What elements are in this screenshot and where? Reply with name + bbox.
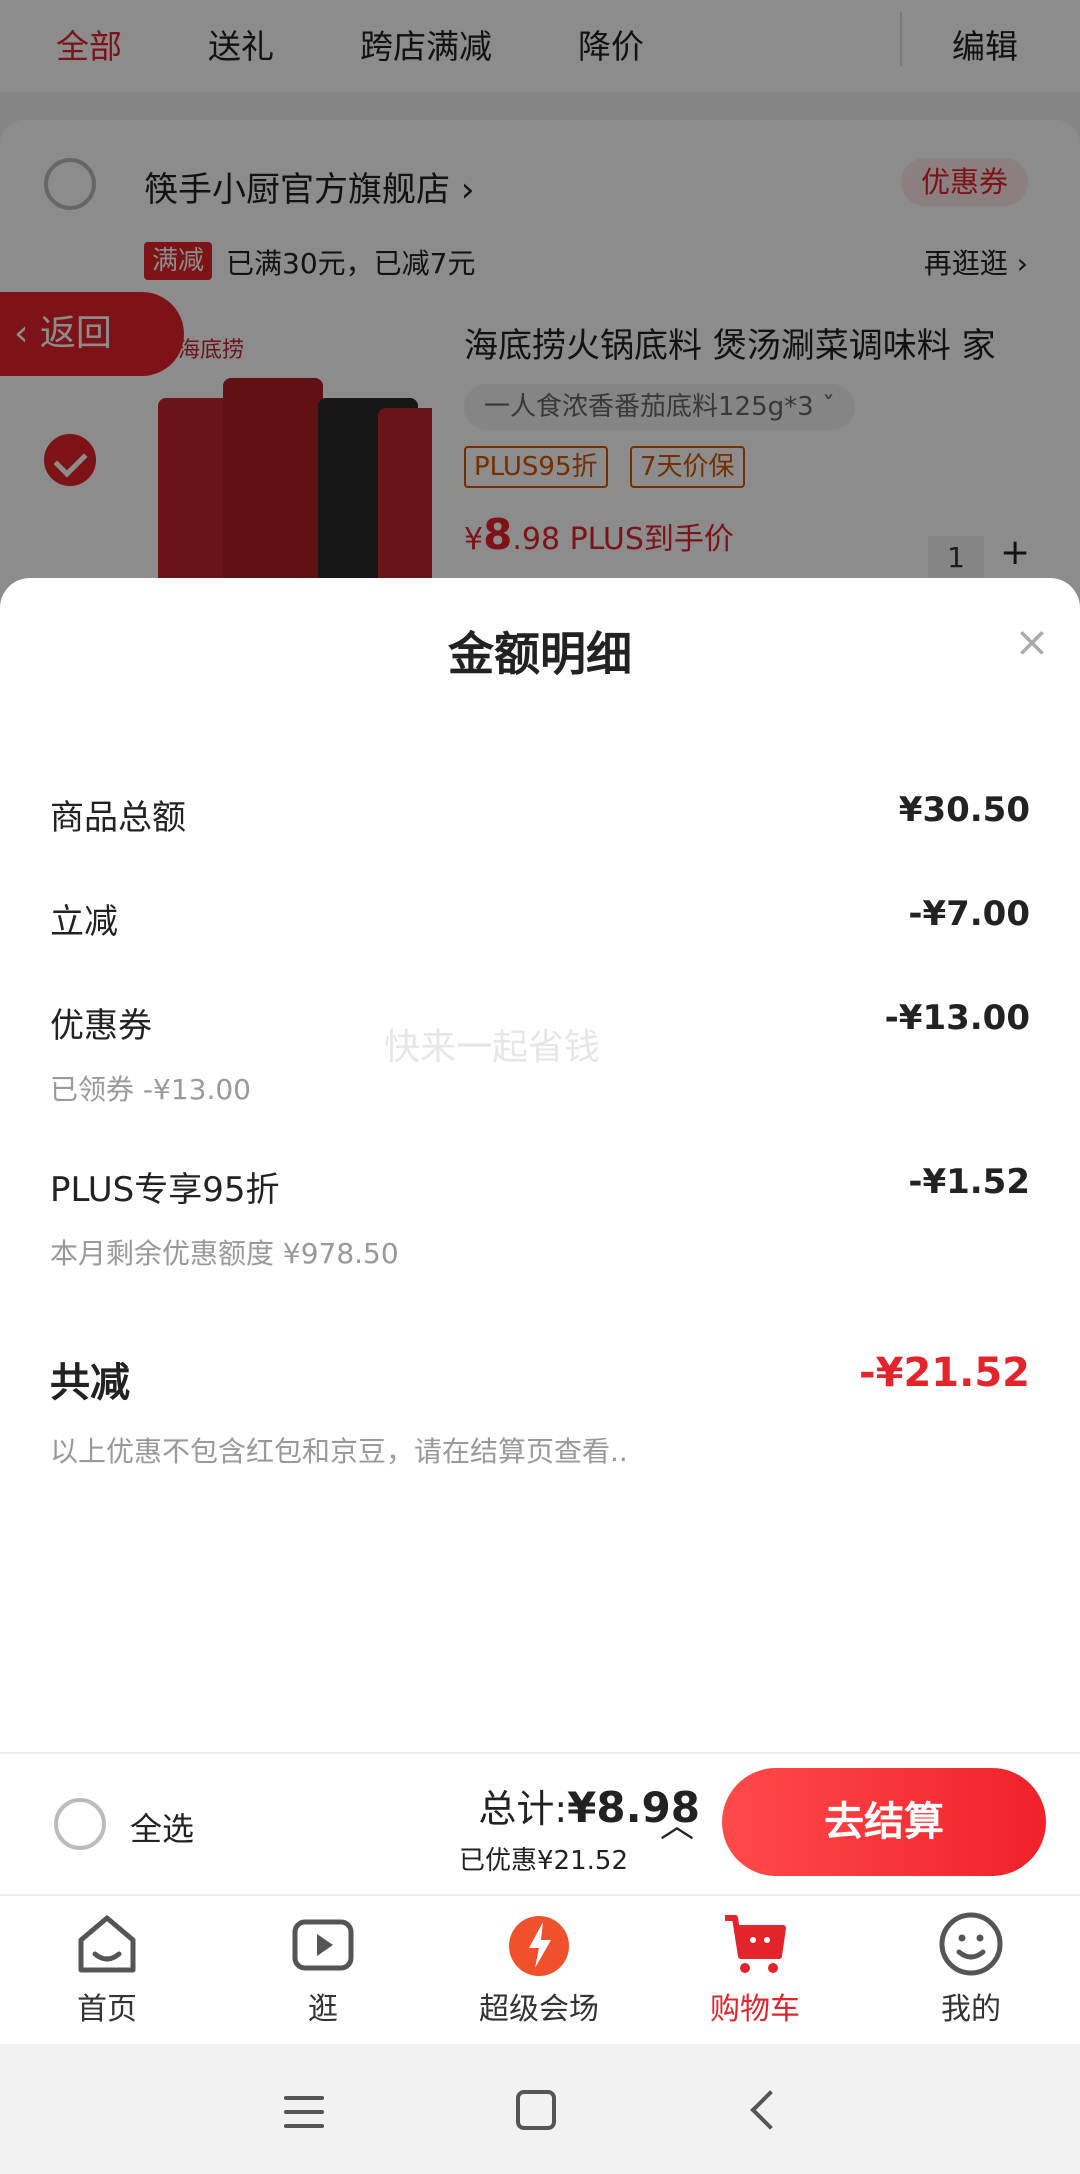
- row-label-instant-discount: 立减: [50, 902, 118, 942]
- recent-apps-icon[interactable]: [284, 2096, 324, 2138]
- close-icon[interactable]: ×: [1006, 616, 1058, 668]
- row-label-goods-total: 商品总额: [50, 798, 186, 838]
- sheet-title: 金额明细: [448, 627, 632, 681]
- row-value-goods-total: ¥30.50: [898, 790, 1030, 830]
- tab-browse[interactable]: 逛: [248, 1910, 398, 2028]
- checkout-bar: 全选 总计:¥8.98 已优惠¥21.52 ︿ 去结算: [0, 1752, 1080, 1894]
- chevron-up-icon[interactable]: ︿: [660, 1798, 694, 1847]
- tab-profile-label: 我的: [941, 1992, 1001, 2027]
- row-sub-coupon: 已领券 -¥13.00: [50, 1073, 251, 1106]
- row-sub-plus: 本月剩余优惠额度 ¥978.50: [50, 1237, 399, 1270]
- total-discount-value: -¥21.52: [859, 1350, 1030, 1396]
- row-value-plus: -¥1.52: [908, 1162, 1030, 1202]
- system-nav-bar: [0, 2044, 1080, 2174]
- home-square-icon[interactable]: [516, 2090, 556, 2130]
- row-value-instant-discount: -¥7.00: [908, 894, 1030, 934]
- tab-super-venue[interactable]: 超级会场: [464, 1910, 614, 2028]
- profile-icon: [937, 1910, 1005, 1978]
- select-all-radio[interactable]: [54, 1798, 106, 1850]
- tab-cart[interactable]: 购物车: [680, 1910, 830, 2028]
- tab-home[interactable]: 首页: [32, 1910, 182, 2028]
- cart-icon: [721, 1910, 789, 1978]
- row-value-coupon: -¥13.00: [884, 998, 1030, 1038]
- discount-note: 以上优惠不包含红包和京豆，请在结算页查看..: [50, 1435, 628, 1468]
- tab-profile[interactable]: 我的: [896, 1910, 1046, 2028]
- total-discount-label: 共减: [50, 1360, 130, 1406]
- row-label-plus: PLUS专享95折: [50, 1170, 280, 1210]
- row-label-coupon: 优惠券: [50, 1006, 152, 1046]
- tab-browse-label: 逛: [308, 1992, 338, 2027]
- watermark-text: 快来一起省钱: [384, 1027, 601, 1068]
- bottom-tab-bar: 首页 逛 超级会场 购物车 我的: [0, 1894, 1080, 2044]
- super-venue-icon: [505, 1910, 573, 1978]
- saved-amount: 已优惠¥21.52: [459, 1846, 628, 1876]
- checkout-button[interactable]: 去结算: [722, 1768, 1046, 1876]
- home-icon: [73, 1910, 141, 1978]
- tab-home-label: 首页: [77, 1992, 137, 2027]
- tab-super-venue-label: 超级会场: [479, 1992, 599, 2027]
- tab-cart-label: 购物车: [710, 1992, 800, 2027]
- amount-detail-sheet: 金额明细 × 快来一起省钱 商品总额 ¥30.50 立减 -¥7.00 优惠券 …: [0, 578, 1080, 2174]
- select-all-label[interactable]: 全选: [130, 1804, 194, 1850]
- video-icon: [289, 1910, 357, 1978]
- back-arrow-icon[interactable]: [750, 2090, 790, 2130]
